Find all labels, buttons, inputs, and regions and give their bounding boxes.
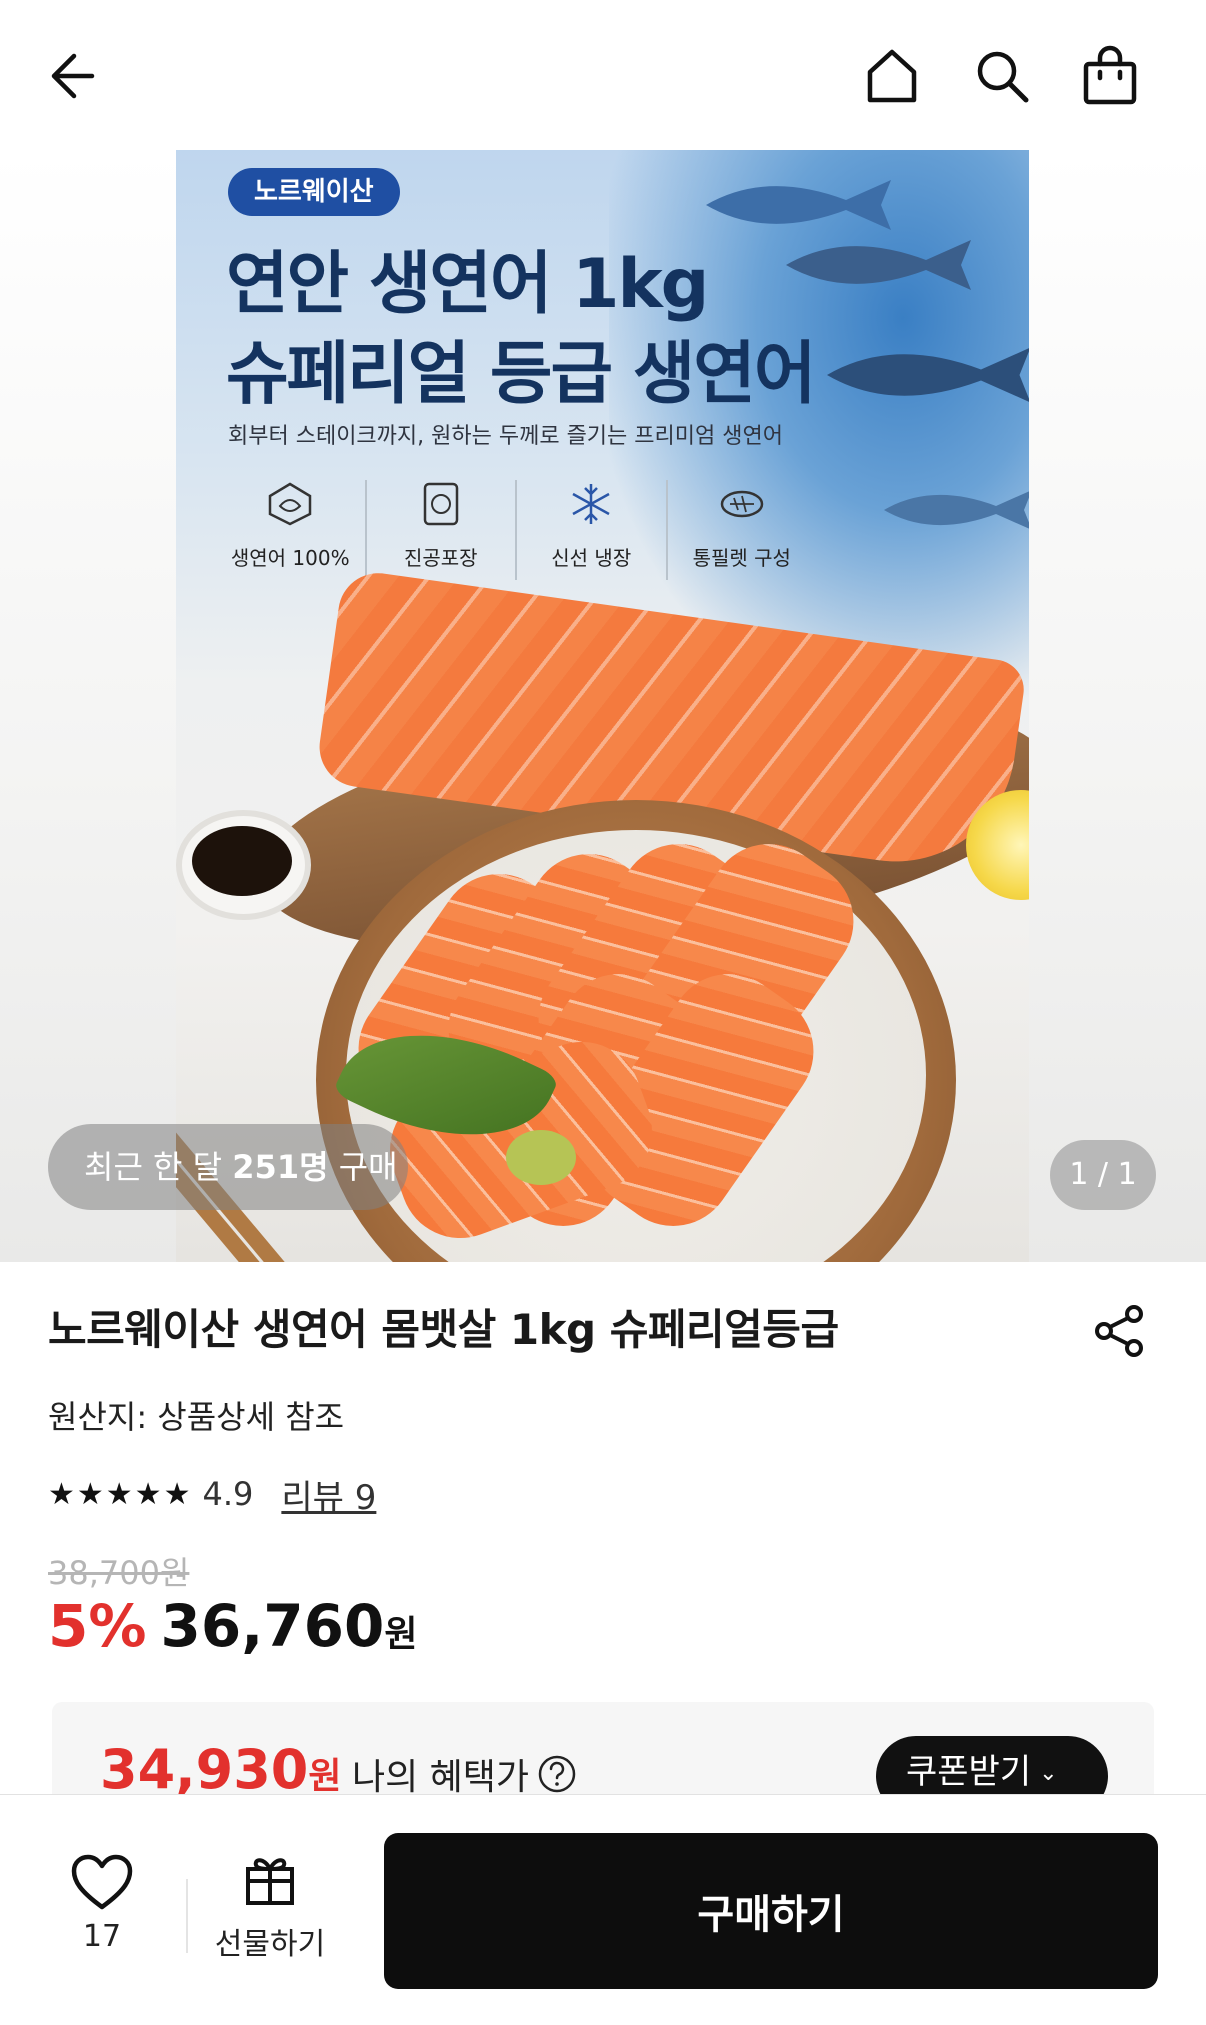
poster-subline: 회부터 스테이크까지, 원하는 두께로 즐기는 프리미엄 생연어 [228, 424, 783, 449]
gift-button[interactable]: 선물하기 [210, 1851, 330, 1963]
divider [186, 1879, 188, 1953]
brand-badge: 노르웨이산 [228, 168, 400, 216]
feature-item: 생연어 100% [216, 480, 367, 580]
recent-prefix: 최근 한 달 [84, 1148, 233, 1186]
back-arrow-icon[interactable] [36, 40, 108, 112]
like-count: 17 [82, 1919, 122, 1954]
gift-icon [246, 1858, 294, 1905]
recent-suffix: 구매 [328, 1148, 398, 1186]
bottom-action-bar: 17 선물하기 구매하기 [0, 1794, 1206, 2025]
salmon-badge-icon [269, 482, 312, 526]
price-row: 5% 36,760 원 [48, 1592, 417, 1660]
feature-label: 생연어 100% [230, 546, 350, 570]
feature-label: 통필렛 구성 [692, 546, 791, 570]
product-title: 노르웨이산 생연어 몸뱃살 1kg 슈페리얼등급 [48, 1305, 839, 1354]
star-rating-icon: ★★★★★ [48, 1476, 193, 1512]
coupon-button-label: 쿠폰받기 [906, 1752, 1032, 1792]
feature-label: 진공포장 [403, 546, 478, 570]
rating-score: 4.9 [202, 1475, 254, 1513]
wasabi [506, 1130, 576, 1185]
benefit-currency: 원 [308, 1756, 342, 1797]
soy-sauce [192, 826, 292, 896]
sale-price: 36,760 [160, 1592, 385, 1660]
salmon-fish-image [884, 491, 1029, 529]
vacuum-pack-icon [423, 482, 458, 526]
buy-button[interactable]: 구매하기 [384, 1833, 1158, 1989]
salmon-fish-image [827, 348, 1029, 402]
feature-label: 신선 냉장 [551, 546, 632, 570]
feature-item: 진공포장 [367, 480, 517, 580]
shopping-bag-icon[interactable] [1074, 40, 1146, 112]
share-icon[interactable] [1088, 1300, 1150, 1362]
poster-headline-2: 슈페리얼 등급 생연어 [226, 335, 816, 414]
heart-icon [71, 1854, 133, 1910]
feature-list: 생연어 100% 진공포장 신선 냉장 통필렛 구성 [216, 480, 816, 580]
recent-count: 251명 [232, 1148, 329, 1186]
product-image-carousel[interactable]: 노르웨이산 연안 생연어 1kg 슈페리얼 등급 생연어 회부터 스테이크까지,… [0, 150, 1206, 1262]
origin-info: 원산지: 상품상세 참조 [48, 1398, 345, 1436]
product-image: 노르웨이산 연안 생연어 1kg 슈페리얼 등급 생연어 회부터 스테이크까지,… [176, 150, 1029, 1262]
help-question-icon[interactable] [537, 1754, 577, 1794]
snowflake-icon [572, 484, 610, 524]
salmon-fish-image [786, 240, 971, 290]
home-icon[interactable] [856, 40, 928, 112]
price-currency: 원 [384, 1614, 418, 1655]
poster-headline-1: 연안 생연어 1kg [226, 245, 709, 324]
page-indicator: 1 / 1 [1050, 1140, 1156, 1210]
recent-purchase-badge: 최근 한 달 251명 구매 [48, 1124, 408, 1210]
fish-fillet-icon [720, 490, 763, 518]
benefit-label-wrap: 나의 혜택가 [352, 1748, 577, 1800]
discount-rate: 5% [48, 1592, 147, 1660]
feature-item: 신선 냉장 [517, 480, 668, 580]
search-icon[interactable] [966, 40, 1038, 112]
rating-row: ★★★★★ 4.9 리뷰 9 [48, 1470, 376, 1518]
benefit-label: 나의 혜택가 [352, 1757, 530, 1798]
original-price: 38,700원 [48, 1554, 190, 1592]
gift-label: 선물하기 [214, 1927, 326, 1962]
feature-item: 통필렛 구성 [668, 480, 817, 580]
like-button[interactable]: 17 [60, 1853, 144, 1954]
benefit-price-value: 34,930 [100, 1738, 309, 1801]
review-link[interactable]: 리뷰 9 [281, 1470, 376, 1519]
top-nav-bar [0, 0, 1206, 150]
benefit-price: 34,930원 [100, 1738, 342, 1801]
